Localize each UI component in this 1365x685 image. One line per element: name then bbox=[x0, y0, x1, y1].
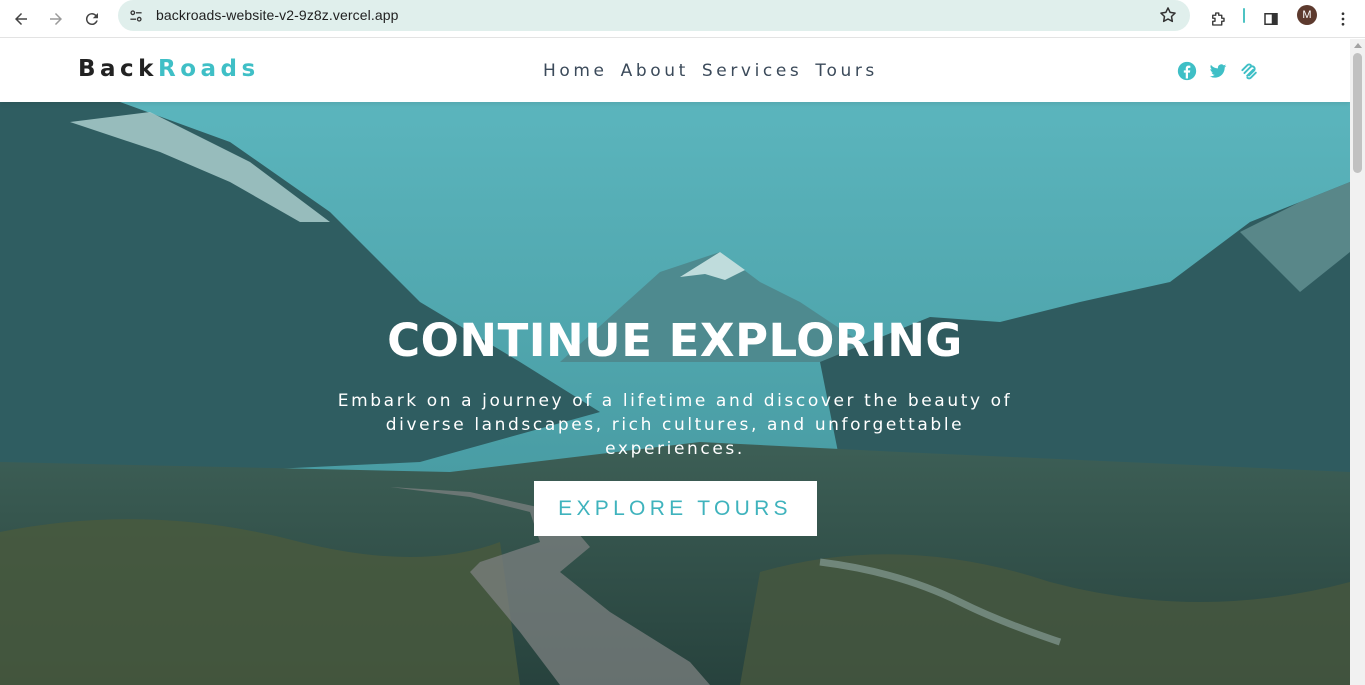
logo-part-back: Back bbox=[78, 56, 158, 82]
kebab-menu-icon bbox=[1341, 12, 1345, 26]
forward-arrow-icon bbox=[50, 13, 62, 25]
nav-link-home[interactable]: Home bbox=[543, 61, 608, 81]
nav-link-tours[interactable]: Tours bbox=[815, 61, 878, 81]
scroll-up-arrow-icon[interactable] bbox=[1354, 43, 1362, 48]
facebook-link[interactable] bbox=[1176, 60, 1198, 82]
reload-button[interactable] bbox=[78, 5, 106, 33]
hero-content: CONTINUE EXPLORING Embark on a journey o… bbox=[0, 314, 1350, 536]
twitter-icon bbox=[1209, 64, 1227, 78]
logo-part-roads: Roads bbox=[157, 56, 260, 82]
hero-description: Embark on a journey of a lifetime and di… bbox=[337, 391, 1013, 459]
back-button[interactable] bbox=[7, 5, 35, 33]
side-panel-button[interactable] bbox=[1257, 5, 1285, 33]
facebook-icon bbox=[1177, 61, 1197, 81]
toolbar-divider bbox=[1243, 8, 1245, 23]
forward-button[interactable] bbox=[42, 5, 70, 33]
scrollbar-thumb[interactable] bbox=[1353, 53, 1362, 173]
nav-link-services[interactable]: Services bbox=[702, 61, 803, 81]
site-logo[interactable]: BackRoads bbox=[78, 56, 260, 82]
side-panel-icon bbox=[1264, 13, 1278, 25]
reload-icon bbox=[85, 13, 98, 26]
squarespace-link[interactable] bbox=[1238, 60, 1260, 82]
profile-avatar[interactable]: M bbox=[1297, 5, 1317, 25]
hero-title: CONTINUE EXPLORING bbox=[387, 314, 963, 367]
extensions-icon bbox=[1212, 12, 1225, 26]
nav-link-about[interactable]: About bbox=[621, 61, 689, 81]
twitter-link[interactable] bbox=[1207, 60, 1229, 82]
extensions-button[interactable] bbox=[1204, 5, 1232, 33]
social-links bbox=[1176, 60, 1260, 82]
site-navbar: BackRoads Home About Services Tours bbox=[0, 39, 1350, 102]
page-scrollbar[interactable] bbox=[1350, 39, 1365, 685]
back-arrow-icon bbox=[15, 13, 27, 25]
browser-menu-button[interactable] bbox=[1329, 5, 1357, 33]
page-viewport: BackRoads Home About Services Tours CONT… bbox=[0, 39, 1350, 685]
nav-links: Home About Services Tours bbox=[543, 61, 891, 81]
explore-tours-button[interactable]: EXPLORE TOURS bbox=[533, 481, 817, 536]
browser-toolbar: backroads-website-v2-9z8z.vercel.app M bbox=[0, 0, 1365, 38]
squarespace-icon bbox=[1241, 63, 1257, 80]
site-info-icon[interactable] bbox=[126, 6, 146, 26]
hero-section: CONTINUE EXPLORING Embark on a journey o… bbox=[0, 102, 1350, 685]
address-bar[interactable]: backroads-website-v2-9z8z.vercel.app bbox=[118, 0, 1190, 31]
url-text: backroads-website-v2-9z8z.vercel.app bbox=[156, 7, 399, 23]
bookmark-star-icon[interactable] bbox=[1158, 5, 1178, 25]
